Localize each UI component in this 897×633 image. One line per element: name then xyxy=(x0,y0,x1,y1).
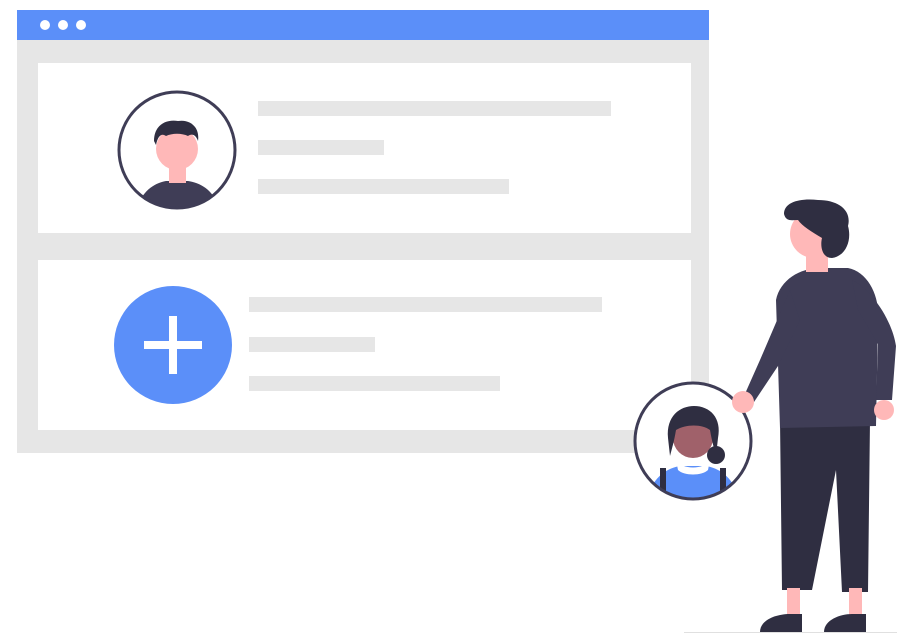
standing-person-illustration xyxy=(732,199,896,632)
